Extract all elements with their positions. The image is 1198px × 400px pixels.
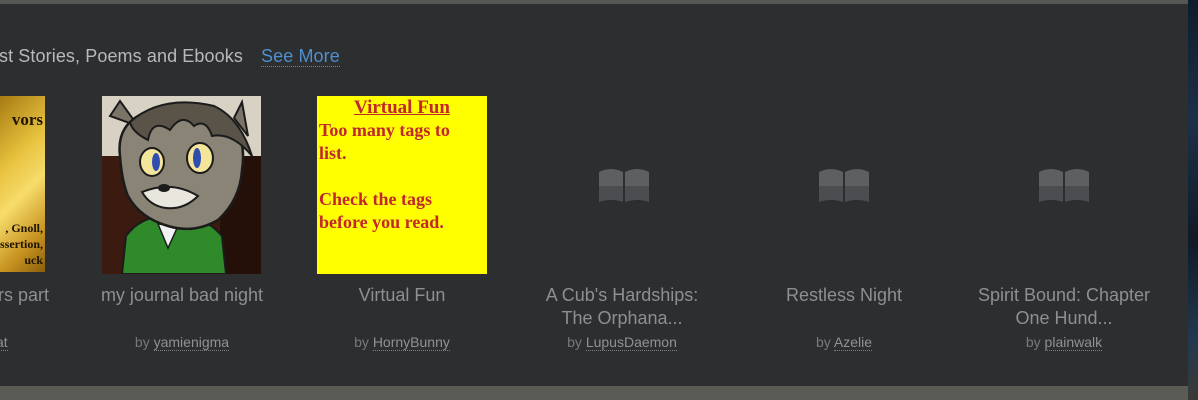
story-byline: at [0,334,8,351]
cover-body: Too many tags to list. Check the tags be… [319,120,450,232]
story-byline: by plainwalk [954,334,1174,351]
section-title: st Stories, Poems and Ebooks [0,46,243,66]
recent-writings-panel: st Stories, Poems and Ebooks See More vo… [0,4,1188,386]
story-title[interactable]: Spirit Bound: Chapter One Hund... [954,284,1174,330]
story-byline: by HornyBunny [307,334,497,351]
story-cover[interactable] [749,96,939,274]
story-title-text[interactable]: ors part [0,285,49,305]
story-cover[interactable] [102,96,261,274]
story-cover[interactable]: Virtual Fun Too many tags to list. Check… [317,96,487,274]
story-byline: by Azelie [744,334,944,351]
story-title-text[interactable]: Virtual Fun [359,285,446,305]
panel-bottom-edge [0,386,1188,400]
book-icon [599,169,649,202]
cover-text: vors [11,110,43,129]
story-cover[interactable] [527,96,717,274]
story-title[interactable]: my journal bad night [87,284,277,307]
cover-heading: Virtual Fun [354,97,450,118]
story-title-text[interactable]: my journal bad night [101,285,263,305]
page-background-edge [1188,0,1198,400]
story-title-text[interactable]: One Hund... [1015,308,1112,328]
story-cover[interactable]: vors , Gnoll, ssertion, uck [0,96,45,272]
see-more-link[interactable]: See More [261,46,340,67]
story-title-text[interactable]: Restless Night [786,285,902,305]
author-link[interactable]: HornyBunny [372,334,450,351]
author-link[interactable]: Azelie [833,334,873,351]
section-heading: st Stories, Poems and Ebooks See More [0,46,340,70]
by-label: by [815,334,831,350]
author-link[interactable]: LupusDaemon [585,334,677,351]
book-icon [819,169,869,202]
by-label: by [1025,334,1041,350]
story-title[interactable]: Restless Night [744,284,944,307]
story-byline: by yamienigma [87,334,277,351]
by-label: by [354,334,369,350]
cover-text: , Gnoll, ssertion, uck [0,221,43,267]
author-link[interactable]: yamienigma [153,334,230,351]
story-title[interactable]: ors part [0,284,68,307]
story-title-text[interactable]: A Cub's Hardships: [546,285,699,305]
author-link[interactable]: plainwalk [1044,334,1103,351]
book-icon [1039,169,1089,202]
story-title-text[interactable]: The Orphana... [561,308,682,328]
story-title[interactable]: A Cub's Hardships: The Orphana... [512,284,732,330]
story-title-text[interactable]: Spirit Bound: Chapter [978,285,1150,305]
story-title[interactable]: Virtual Fun [307,284,497,307]
cover-drawing [102,96,261,274]
by-label: by [134,334,150,350]
story-byline: by LupusDaemon [512,334,732,351]
by-label: by [567,334,582,350]
author-link[interactable]: at [0,334,8,351]
story-cover[interactable] [969,96,1159,274]
